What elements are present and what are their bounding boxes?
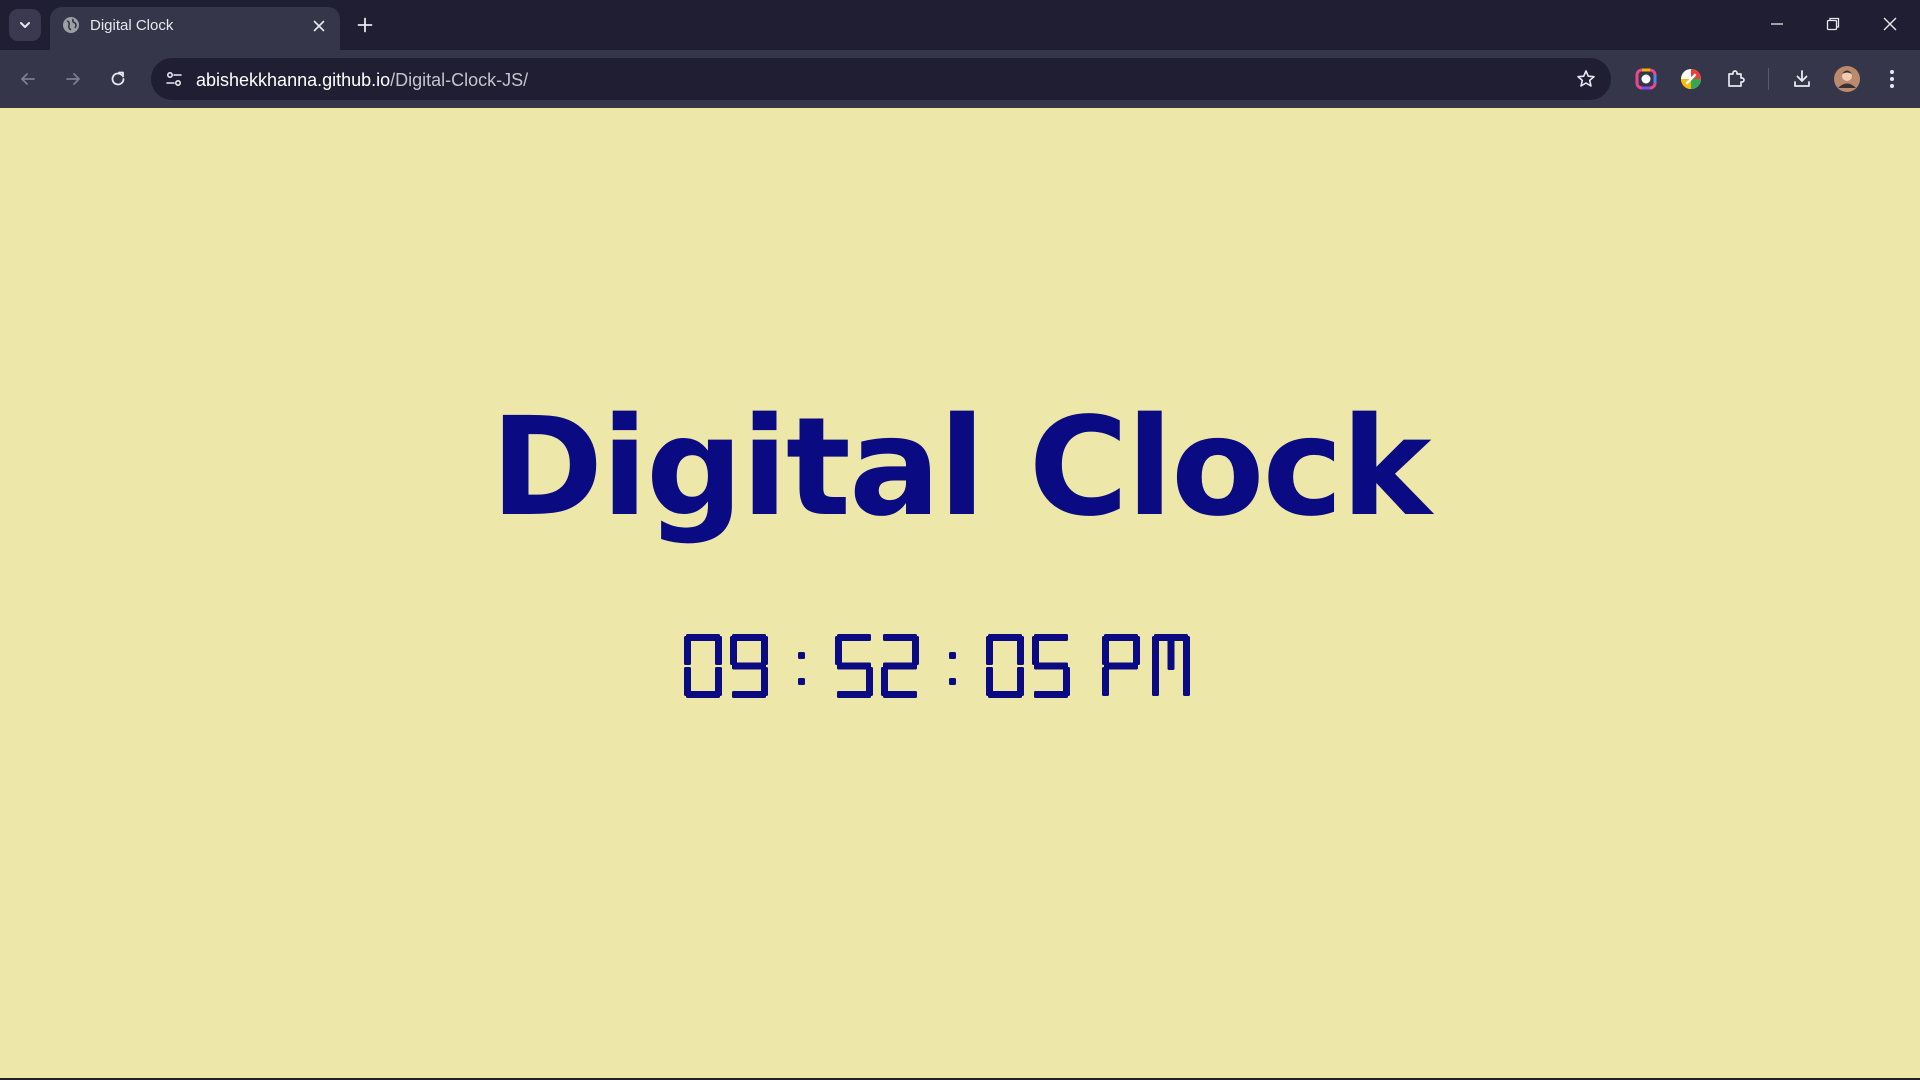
browser-window: Digital Clock abishekkhanna.github.io/Di… <box>0 0 1920 1080</box>
letter-segment <box>1183 636 1190 696</box>
letter-segment <box>1104 662 1138 670</box>
toolbar-separator <box>1768 68 1769 90</box>
avatar <box>1834 66 1860 92</box>
restore-button[interactable] <box>1805 0 1861 48</box>
letter-segment <box>1133 636 1140 665</box>
clock-display: 095205PM <box>684 634 1190 698</box>
digit-segment <box>715 636 722 665</box>
reload-button[interactable] <box>101 62 135 96</box>
digit-segment <box>883 634 917 641</box>
url-path: /Digital-Clock-JS/ <box>390 70 529 90</box>
browser-toolbar: abishekkhanna.github.io/Digital-Clock-JS… <box>0 50 1920 108</box>
digit-segment <box>883 662 917 670</box>
extension-button-1[interactable] <box>1630 63 1662 95</box>
clock-minutes-digit-2: 2 <box>881 634 919 698</box>
digit-segment <box>686 691 720 698</box>
color-pick-icon <box>1681 69 1701 89</box>
letter-segment <box>1102 667 1109 696</box>
close-icon <box>1883 17 1897 31</box>
letter-segment <box>1167 638 1175 670</box>
new-tab-button[interactable] <box>351 11 379 39</box>
color-ring-icon <box>1635 68 1657 90</box>
letter-segment <box>1102 636 1109 665</box>
digit-segment <box>883 691 917 698</box>
url-host: abishekkhanna.github.io <box>196 70 391 90</box>
tab-active[interactable]: Digital Clock <box>50 7 340 50</box>
tab-close-button[interactable] <box>308 15 330 37</box>
digit-segment <box>1034 634 1068 641</box>
digit-segment <box>686 634 720 641</box>
letter-segment <box>1104 634 1138 641</box>
bookmark-button[interactable] <box>1571 64 1601 94</box>
url-text: abishekkhanna.github.io/Digital-Clock-JS… <box>196 69 528 91</box>
digit-segment <box>761 636 768 665</box>
clock-minutes-digit-1: 5 <box>835 634 873 698</box>
digit-segment <box>732 662 766 670</box>
plus-icon <box>357 17 373 33</box>
digit-segment <box>988 634 1022 641</box>
kebab-menu-icon <box>1890 70 1894 88</box>
download-icon <box>1794 70 1810 87</box>
digit-segment <box>988 691 1022 698</box>
site-info-button[interactable] <box>159 64 189 94</box>
close-window-button[interactable] <box>1862 0 1918 48</box>
tab-title: Digital Clock <box>90 17 174 34</box>
digit-segment <box>730 636 737 665</box>
clock-period-letter-1: P <box>1102 634 1140 696</box>
clock-colon-1-dot-bottom <box>798 678 805 685</box>
digit-segment <box>1017 636 1024 665</box>
clock-hours-digit-1: 0 <box>684 634 722 698</box>
tune-icon <box>166 71 182 87</box>
letter-segment <box>1152 636 1159 696</box>
digit-segment <box>835 636 842 665</box>
tab-strip: Digital Clock <box>0 0 1920 50</box>
menu-button[interactable] <box>1876 63 1908 95</box>
digit-segment <box>837 691 871 698</box>
digital-clock: 095205PM <box>0 628 1920 713</box>
back-button[interactable] <box>11 62 45 96</box>
tab-search-button[interactable] <box>9 9 41 41</box>
close-icon <box>313 20 325 32</box>
digit-segment <box>1032 636 1039 665</box>
digit-segment <box>1034 691 1068 698</box>
clock-seconds-digit-1: 0 <box>986 634 1024 698</box>
digit-segment <box>986 636 993 665</box>
star-icon <box>1577 70 1595 87</box>
forward-button[interactable] <box>56 62 90 96</box>
clock-hours-digit-2: 9 <box>730 634 768 698</box>
digit-segment <box>837 634 871 641</box>
digit-segment <box>684 636 691 665</box>
clock-colon-3-dot-bottom <box>949 678 956 685</box>
minimize-icon <box>1771 23 1783 25</box>
restore-icon <box>1826 17 1840 31</box>
page-title: Digital Clock <box>490 389 1431 547</box>
globe-icon <box>63 17 79 33</box>
profile-button[interactable] <box>1831 63 1863 95</box>
puzzle-icon <box>1728 70 1745 87</box>
clock-seconds-digit-2: 5 <box>1032 634 1070 698</box>
clock-period-letter-2: M <box>1152 634 1190 696</box>
digit-segment <box>912 636 919 665</box>
arrow-right-icon <box>66 73 80 85</box>
clock-colon-3-dot-top <box>949 652 956 659</box>
digit-segment <box>684 667 691 696</box>
clock-colon-1-dot-top <box>798 652 805 659</box>
digit-segment <box>732 634 766 641</box>
digit-segment <box>837 662 871 670</box>
extension-button-2[interactable] <box>1675 63 1707 95</box>
minimize-button[interactable] <box>1749 0 1805 48</box>
chevron-down-icon <box>20 22 30 28</box>
reload-icon <box>111 71 125 86</box>
page-viewport: Digital Clock 095205PM <box>0 108 1920 1078</box>
address-bar[interactable]: abishekkhanna.github.io/Digital-Clock-JS… <box>151 58 1611 100</box>
digit-segment <box>732 691 766 698</box>
downloads-button[interactable] <box>1786 63 1818 95</box>
extensions-button[interactable] <box>1720 63 1752 95</box>
digit-segment <box>1034 662 1068 670</box>
arrow-left-icon <box>21 73 35 85</box>
digit-segment <box>986 667 993 696</box>
